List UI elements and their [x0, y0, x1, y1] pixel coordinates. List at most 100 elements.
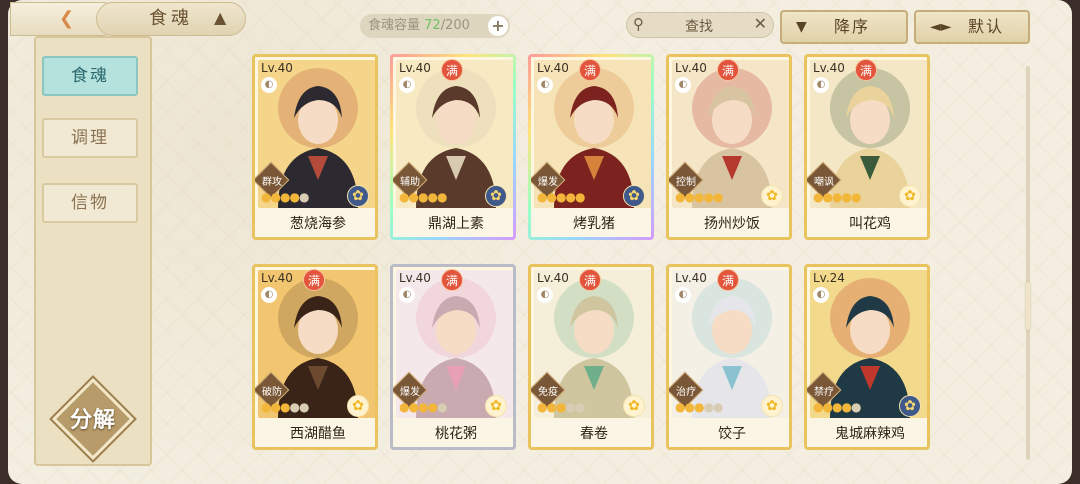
max-badge: 满 [717, 269, 739, 291]
capacity-label: 食魂容量 [368, 18, 421, 33]
scrollbar-thumb[interactable] [1026, 282, 1030, 330]
role-label: 免疫 [538, 387, 558, 398]
search-label: 查找 [685, 19, 713, 35]
food-soul-card[interactable]: Lv.40 满 ◐ 嘲讽 ●●●●● ✿ 叫花鸡 [804, 54, 930, 240]
star-icon: ● [436, 400, 448, 414]
card-name: 鬼城麻辣鸡 [807, 419, 927, 447]
star-icon: ● [712, 400, 724, 414]
capacity-current: 72 [424, 18, 441, 33]
star-icon: ● [850, 190, 862, 204]
food-soul-card[interactable]: Lv.40 ◐ 群攻 ●●●●● ✿ 葱烧海参 [252, 54, 378, 240]
star-rating: ●●●●● [813, 400, 862, 414]
star-icon: ● [565, 400, 576, 414]
max-badge: 满 [855, 59, 877, 81]
star-icon: ● [298, 190, 310, 204]
sidebar-item-token[interactable]: 信物 [42, 183, 138, 223]
star-icon: ● [408, 190, 419, 204]
food-soul-card[interactable]: Lv.40 满 ◐ 辅助 ●●●●● ✿ 鼎湖上素 [390, 54, 516, 240]
star-icon: ● [712, 190, 724, 204]
level-label: Lv.40 [537, 271, 569, 285]
flower-emblem-icon: ✿ [485, 395, 507, 417]
role-label: 嘲讽 [814, 177, 834, 188]
star-icon: ● [546, 400, 557, 414]
food-soul-card[interactable]: Lv.24 ◐ 禁疗 ●●●●● ✿ 鬼城麻辣鸡 [804, 264, 930, 450]
decompose-label: 分解 [69, 408, 116, 433]
card-name: 春卷 [531, 419, 651, 447]
level-label: Lv.40 [537, 61, 569, 75]
star-rating: ●●●●● [399, 190, 448, 204]
flower-emblem-icon: ✿ [899, 395, 921, 417]
level-label: Lv.24 [813, 271, 845, 285]
sidebar-item-cooking[interactable]: 调理 [42, 118, 138, 158]
level-label: Lv.40 [675, 271, 707, 285]
food-soul-card[interactable]: Lv.40 满 ◐ 爆发 ●●●●● ✿ 烤乳猪 [528, 54, 654, 240]
max-badge: 满 [579, 269, 601, 291]
sort-down-icon: ▼ [796, 19, 807, 35]
filter-icon: ◄► [930, 19, 952, 35]
capacity-max: /200 [440, 18, 470, 33]
flower-emblem-icon: ✿ [623, 185, 645, 207]
capacity-display: 食魂容量 72/200 + [360, 14, 510, 38]
sort-mode-label: 默认 [968, 17, 1005, 36]
decompose-button[interactable]: 分解 [51, 377, 135, 461]
bowl-icon: ◐ [813, 287, 829, 303]
bowl-icon: ◐ [261, 77, 277, 93]
sort-order-label: 降序 [834, 17, 871, 36]
star-rating: ●●●●● [399, 400, 448, 414]
star-icon: ● [289, 190, 300, 204]
flower-emblem-icon: ✿ [761, 395, 783, 417]
bowl-icon: ◐ [261, 287, 277, 303]
bowl-icon: ◐ [675, 77, 691, 93]
star-icon: ● [298, 400, 310, 414]
home-icon[interactable]: ▲ [214, 8, 238, 28]
star-icon: ● [427, 400, 438, 414]
star-icon: ● [841, 400, 852, 414]
food-soul-card[interactable]: Lv.40 满 ◐ 控制 ●●●●● ✿ 扬州炒饭 [666, 54, 792, 240]
sidebar-item-food-soul[interactable]: 食魂 [42, 56, 138, 96]
sort-mode-button[interactable]: ◄► 默认 [914, 10, 1030, 44]
star-icon: ● [574, 400, 586, 414]
bowl-icon: ◐ [813, 77, 829, 93]
level-label: Lv.40 [399, 61, 431, 75]
role-label: 爆发 [400, 387, 420, 398]
star-icon: ● [822, 190, 833, 204]
max-badge: 满 [717, 59, 739, 81]
scrollbar-track[interactable] [1026, 66, 1030, 460]
max-badge: 满 [579, 59, 601, 81]
star-icon: ● [684, 190, 695, 204]
flower-emblem-icon: ✿ [899, 185, 921, 207]
star-icon: ● [436, 190, 448, 204]
star-icon: ● [546, 190, 557, 204]
food-soul-card[interactable]: Lv.40 满 ◐ 破防 ●●●●● ✿ 西湖醋鱼 [252, 264, 378, 450]
level-label: Lv.40 [261, 271, 293, 285]
star-rating: ●●●●● [537, 400, 586, 414]
food-soul-card[interactable]: Lv.40 满 ◐ 治疗 ●●●●● ✿ 饺子 [666, 264, 792, 450]
sort-order-button[interactable]: ▼ 降序 [780, 10, 908, 44]
card-name: 扬州炒饭 [669, 209, 789, 237]
role-label: 治疗 [676, 387, 696, 398]
search-icon: ⚲ [633, 15, 644, 33]
close-icon[interactable]: ✕ [754, 14, 767, 33]
star-icon: ● [427, 190, 438, 204]
card-name: 饺子 [669, 419, 789, 447]
star-icon: ● [289, 400, 300, 414]
max-badge: 满 [303, 269, 325, 291]
bowl-icon: ◐ [537, 77, 553, 93]
food-soul-card[interactable]: Lv.40 满 ◐ 爆发 ●●●●● ✿ 桃花粥 [390, 264, 516, 450]
role-label: 破防 [262, 387, 282, 398]
star-icon: ● [270, 400, 281, 414]
food-soul-card[interactable]: Lv.40 满 ◐ 免疫 ●●●●● ✿ 春卷 [528, 264, 654, 450]
star-icon: ● [850, 400, 862, 414]
card-name: 叫花鸡 [807, 209, 927, 237]
star-rating: ●●●●● [261, 190, 310, 204]
flower-emblem-icon: ✿ [347, 185, 369, 207]
star-icon: ● [703, 400, 714, 414]
star-rating: ●●●●● [261, 400, 310, 414]
add-capacity-button[interactable]: + [488, 16, 508, 36]
bowl-icon: ◐ [675, 287, 691, 303]
search-input[interactable]: ⚲ 查找 ✕ [626, 12, 774, 38]
role-label: 控制 [676, 177, 696, 188]
level-label: Lv.40 [675, 61, 707, 75]
star-icon: ● [822, 400, 833, 414]
bowl-icon: ◐ [399, 77, 415, 93]
